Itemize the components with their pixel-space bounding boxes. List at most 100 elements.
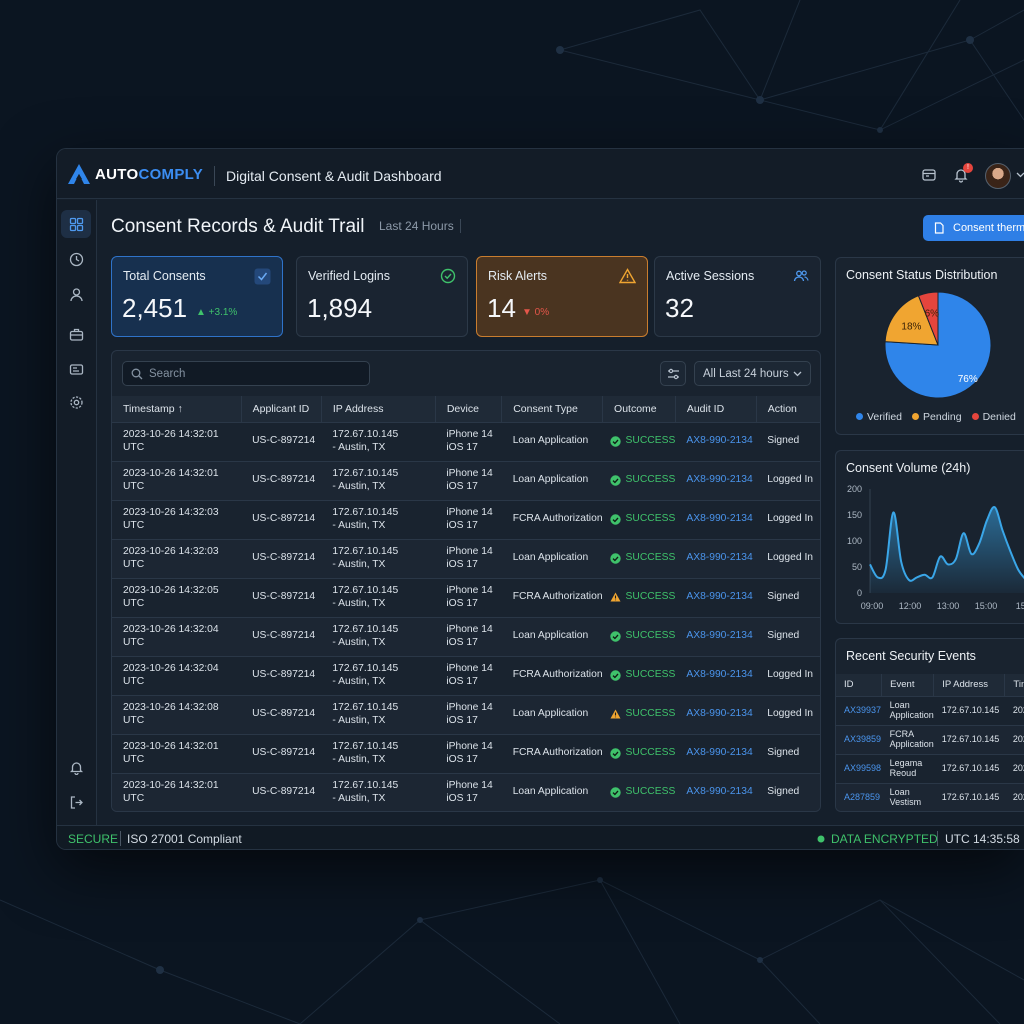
table-row[interactable]: 2023-10-26 14:32:08 UTC US-C-897214 172.67.… bbox=[112, 694, 820, 734]
column-header-audit-id[interactable]: Audit ID bbox=[675, 396, 757, 422]
device-model: iPhone 14 bbox=[446, 428, 493, 440]
status-bar: SECURE ISO 27001 Compliant DATA ENCRYPTE… bbox=[57, 825, 1024, 849]
kpi-risk-alerts[interactable]: Risk Alerts 14 ▼ 0% bbox=[476, 256, 648, 337]
consent-action-button[interactable]: Consent therma bbox=[923, 215, 1024, 241]
sidebar-item-dashboard[interactable] bbox=[61, 210, 91, 238]
secure-status: SECURE bbox=[68, 832, 119, 846]
ip-value: 172.67.10.145 bbox=[332, 467, 399, 479]
cell-audit-id: AX8-990-2134 bbox=[675, 499, 757, 539]
audit-id-link[interactable]: AX8-990-2134 bbox=[686, 591, 752, 602]
chevron-down-icon[interactable] bbox=[1016, 172, 1024, 178]
audit-id-link[interactable]: AX8-990-2134 bbox=[686, 513, 752, 524]
table-row[interactable]: 2023-10-26 14:32:01 UTC US-C-897214 172.67.… bbox=[112, 733, 820, 773]
cell-outcome: SUCCESS bbox=[602, 538, 676, 578]
event-id-link[interactable]: AX99598 bbox=[844, 763, 881, 773]
audit-id-link[interactable]: AX8-990-2134 bbox=[686, 552, 752, 563]
outcome-label: SUCCESS bbox=[625, 747, 676, 759]
event-row[interactable]: AX39859FCRAApplication172.67.10.1452023 bbox=[836, 724, 1024, 754]
column-header-timestamp[interactable]: Timestamp ↑ bbox=[112, 396, 242, 422]
table-row[interactable]: 2023-10-26 14:32:03 UTC US-C-897214 172.67.… bbox=[112, 499, 820, 539]
table-row[interactable]: 2023-10-26 14:32:01 UTC US-C-897214 172.67.… bbox=[112, 460, 820, 500]
audit-id-link[interactable]: AX8-990-2134 bbox=[686, 474, 752, 485]
sidebar-item-identity[interactable] bbox=[61, 355, 91, 383]
gear-icon bbox=[69, 395, 83, 409]
column-header-ip-address[interactable]: IP Address bbox=[321, 396, 436, 422]
timestamp-value: 2023-10-26 14:32:04 bbox=[123, 662, 219, 674]
cell-outcome: SUCCESS bbox=[602, 655, 676, 695]
table-row[interactable]: 2023-10-26 14:32:04 UTC US-C-897214 172.67.… bbox=[112, 616, 820, 656]
audit-id-link[interactable]: AX8-990-2134 bbox=[686, 669, 752, 680]
event-row[interactable]: AX99598LegamaReoud172.67.10.1452023 bbox=[836, 753, 1024, 783]
event-id: AX99598 bbox=[836, 753, 882, 783]
timestamp-zone: UTC bbox=[123, 441, 145, 453]
cell-applicant-id: US-C-897214 bbox=[241, 733, 322, 773]
events-column-event[interactable]: Event bbox=[881, 674, 935, 696]
device-model: iPhone 14 bbox=[446, 740, 493, 752]
column-header-applicant-id[interactable]: Applicant ID bbox=[241, 396, 322, 422]
cell-timestamp: 2023-10-26 14:32:01 UTC bbox=[112, 733, 242, 773]
event-id-link[interactable]: A287859 bbox=[844, 792, 880, 802]
audit-id-link[interactable]: AX8-990-2134 bbox=[686, 630, 752, 641]
events-column-id[interactable]: ID bbox=[836, 674, 883, 696]
device-os: iOS 17 bbox=[446, 636, 478, 648]
event-row[interactable]: AX39937LoanApplication172.67.10.1452023 bbox=[836, 695, 1024, 725]
chevron-down-icon bbox=[793, 371, 802, 376]
sidebar-item-cases[interactable] bbox=[61, 320, 91, 348]
event-id-link[interactable]: AX39859 bbox=[844, 734, 881, 744]
event-row[interactable]: A287859LoanVestism172.67.10.1452023 bbox=[836, 782, 1024, 811]
outcome-label: SUCCESS bbox=[625, 786, 676, 798]
title-divider bbox=[214, 166, 215, 186]
column-header-outcome[interactable]: Outcome bbox=[602, 396, 676, 422]
device-os: iOS 17 bbox=[446, 753, 478, 765]
top-bar: AUTOCOMPLY Digital Consent & Audit Dashb… bbox=[57, 149, 1024, 199]
time-range-select[interactable]: All Last 24 hours bbox=[694, 361, 811, 386]
column-header-consent-type[interactable]: Consent Type bbox=[501, 396, 604, 422]
pie-legend: Verified Pending Denied bbox=[856, 411, 1016, 423]
sidebar-item-history[interactable] bbox=[61, 245, 91, 273]
check-circle-icon bbox=[440, 268, 456, 284]
pie-data-label: 76% bbox=[958, 374, 978, 385]
table-row[interactable]: 2023-10-26 14:32:01 UTC US-C-897214 172.67.… bbox=[112, 772, 820, 811]
user-avatar[interactable] bbox=[985, 163, 1011, 189]
device-model: iPhone 14 bbox=[446, 467, 493, 479]
sidebar-item-notifications[interactable] bbox=[61, 753, 91, 781]
consent-action-button-label: Consent therma bbox=[953, 222, 1024, 234]
column-header-action[interactable]: Action bbox=[756, 396, 820, 422]
table-row[interactable]: 2023-10-26 14:32:01 UTC US-C-897214 172.67.… bbox=[112, 421, 820, 461]
audit-id-link[interactable]: AX8-990-2134 bbox=[686, 435, 752, 446]
kpi-active-sessions[interactable]: Active Sessions 32 bbox=[654, 256, 821, 337]
sidebar-item-users[interactable] bbox=[61, 280, 91, 308]
user-icon bbox=[69, 287, 83, 301]
device-model: iPhone 14 bbox=[446, 506, 493, 518]
brand-logo[interactable]: AUTOCOMPLY bbox=[67, 163, 203, 185]
events-column-ip[interactable]: IP Address bbox=[933, 674, 1006, 696]
event-type: Loan Application bbox=[881, 695, 934, 725]
events-column-time[interactable]: Time bbox=[1004, 674, 1024, 696]
sidebar-item-settings[interactable] bbox=[61, 388, 91, 416]
cell-action: Signed bbox=[756, 772, 820, 811]
calendar-icon[interactable] bbox=[921, 167, 937, 183]
timestamp-value: 2023-10-26 14:32:08 bbox=[123, 701, 219, 713]
cell-audit-id: AX8-990-2134 bbox=[675, 772, 757, 811]
audit-id-link[interactable]: AX8-990-2134 bbox=[686, 747, 752, 758]
kpi-label: Total Consents bbox=[123, 269, 206, 283]
search-input[interactable] bbox=[149, 367, 349, 380]
cell-consent-type: Loan Application bbox=[501, 460, 603, 500]
event-ip: 172.67.10.145 bbox=[933, 782, 1005, 811]
filter-button[interactable] bbox=[660, 361, 686, 386]
audit-id-link[interactable]: AX8-990-2134 bbox=[686, 786, 752, 797]
cell-audit-id: AX8-990-2134 bbox=[675, 694, 757, 734]
sidebar-item-logout[interactable] bbox=[61, 788, 91, 816]
kpi-verified-logins[interactable]: Verified Logins 1,894 bbox=[296, 256, 468, 337]
search-box[interactable] bbox=[122, 361, 370, 386]
column-header-device[interactable]: Device bbox=[435, 396, 503, 422]
event-ip: 172.67.10.145 bbox=[933, 724, 1005, 754]
kpi-total-consents[interactable]: Total Consents 2,451 ▲ +3.1% bbox=[111, 256, 283, 337]
table-row[interactable]: 2023-10-26 14:32:05 UTC US-C-897214 172.67.… bbox=[112, 577, 820, 617]
x-tick-label: 15:00 bbox=[975, 601, 998, 611]
event-id-link[interactable]: AX39937 bbox=[844, 705, 881, 715]
timestamp-value: 2023-10-26 14:32:04 bbox=[123, 623, 219, 635]
table-row[interactable]: 2023-10-26 14:32:03 UTC US-C-897214 172.67.… bbox=[112, 538, 820, 578]
audit-id-link[interactable]: AX8-990-2134 bbox=[686, 708, 752, 719]
table-row[interactable]: 2023-10-26 14:32:04 UTC US-C-897214 172.67.… bbox=[112, 655, 820, 695]
